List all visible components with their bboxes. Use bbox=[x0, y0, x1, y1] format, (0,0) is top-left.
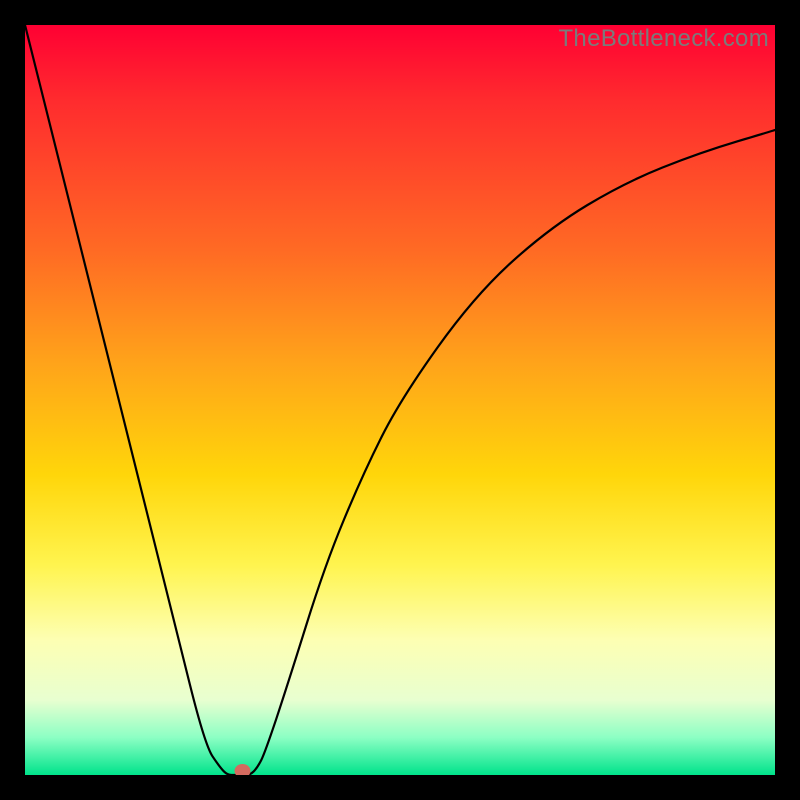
plot-area: TheBottleneck.com bbox=[25, 25, 775, 775]
chart-frame: TheBottleneck.com bbox=[0, 0, 800, 800]
watermark-text: TheBottleneck.com bbox=[558, 25, 769, 53]
minimum-marker-icon bbox=[235, 764, 251, 775]
bottleneck-curve bbox=[25, 25, 775, 775]
